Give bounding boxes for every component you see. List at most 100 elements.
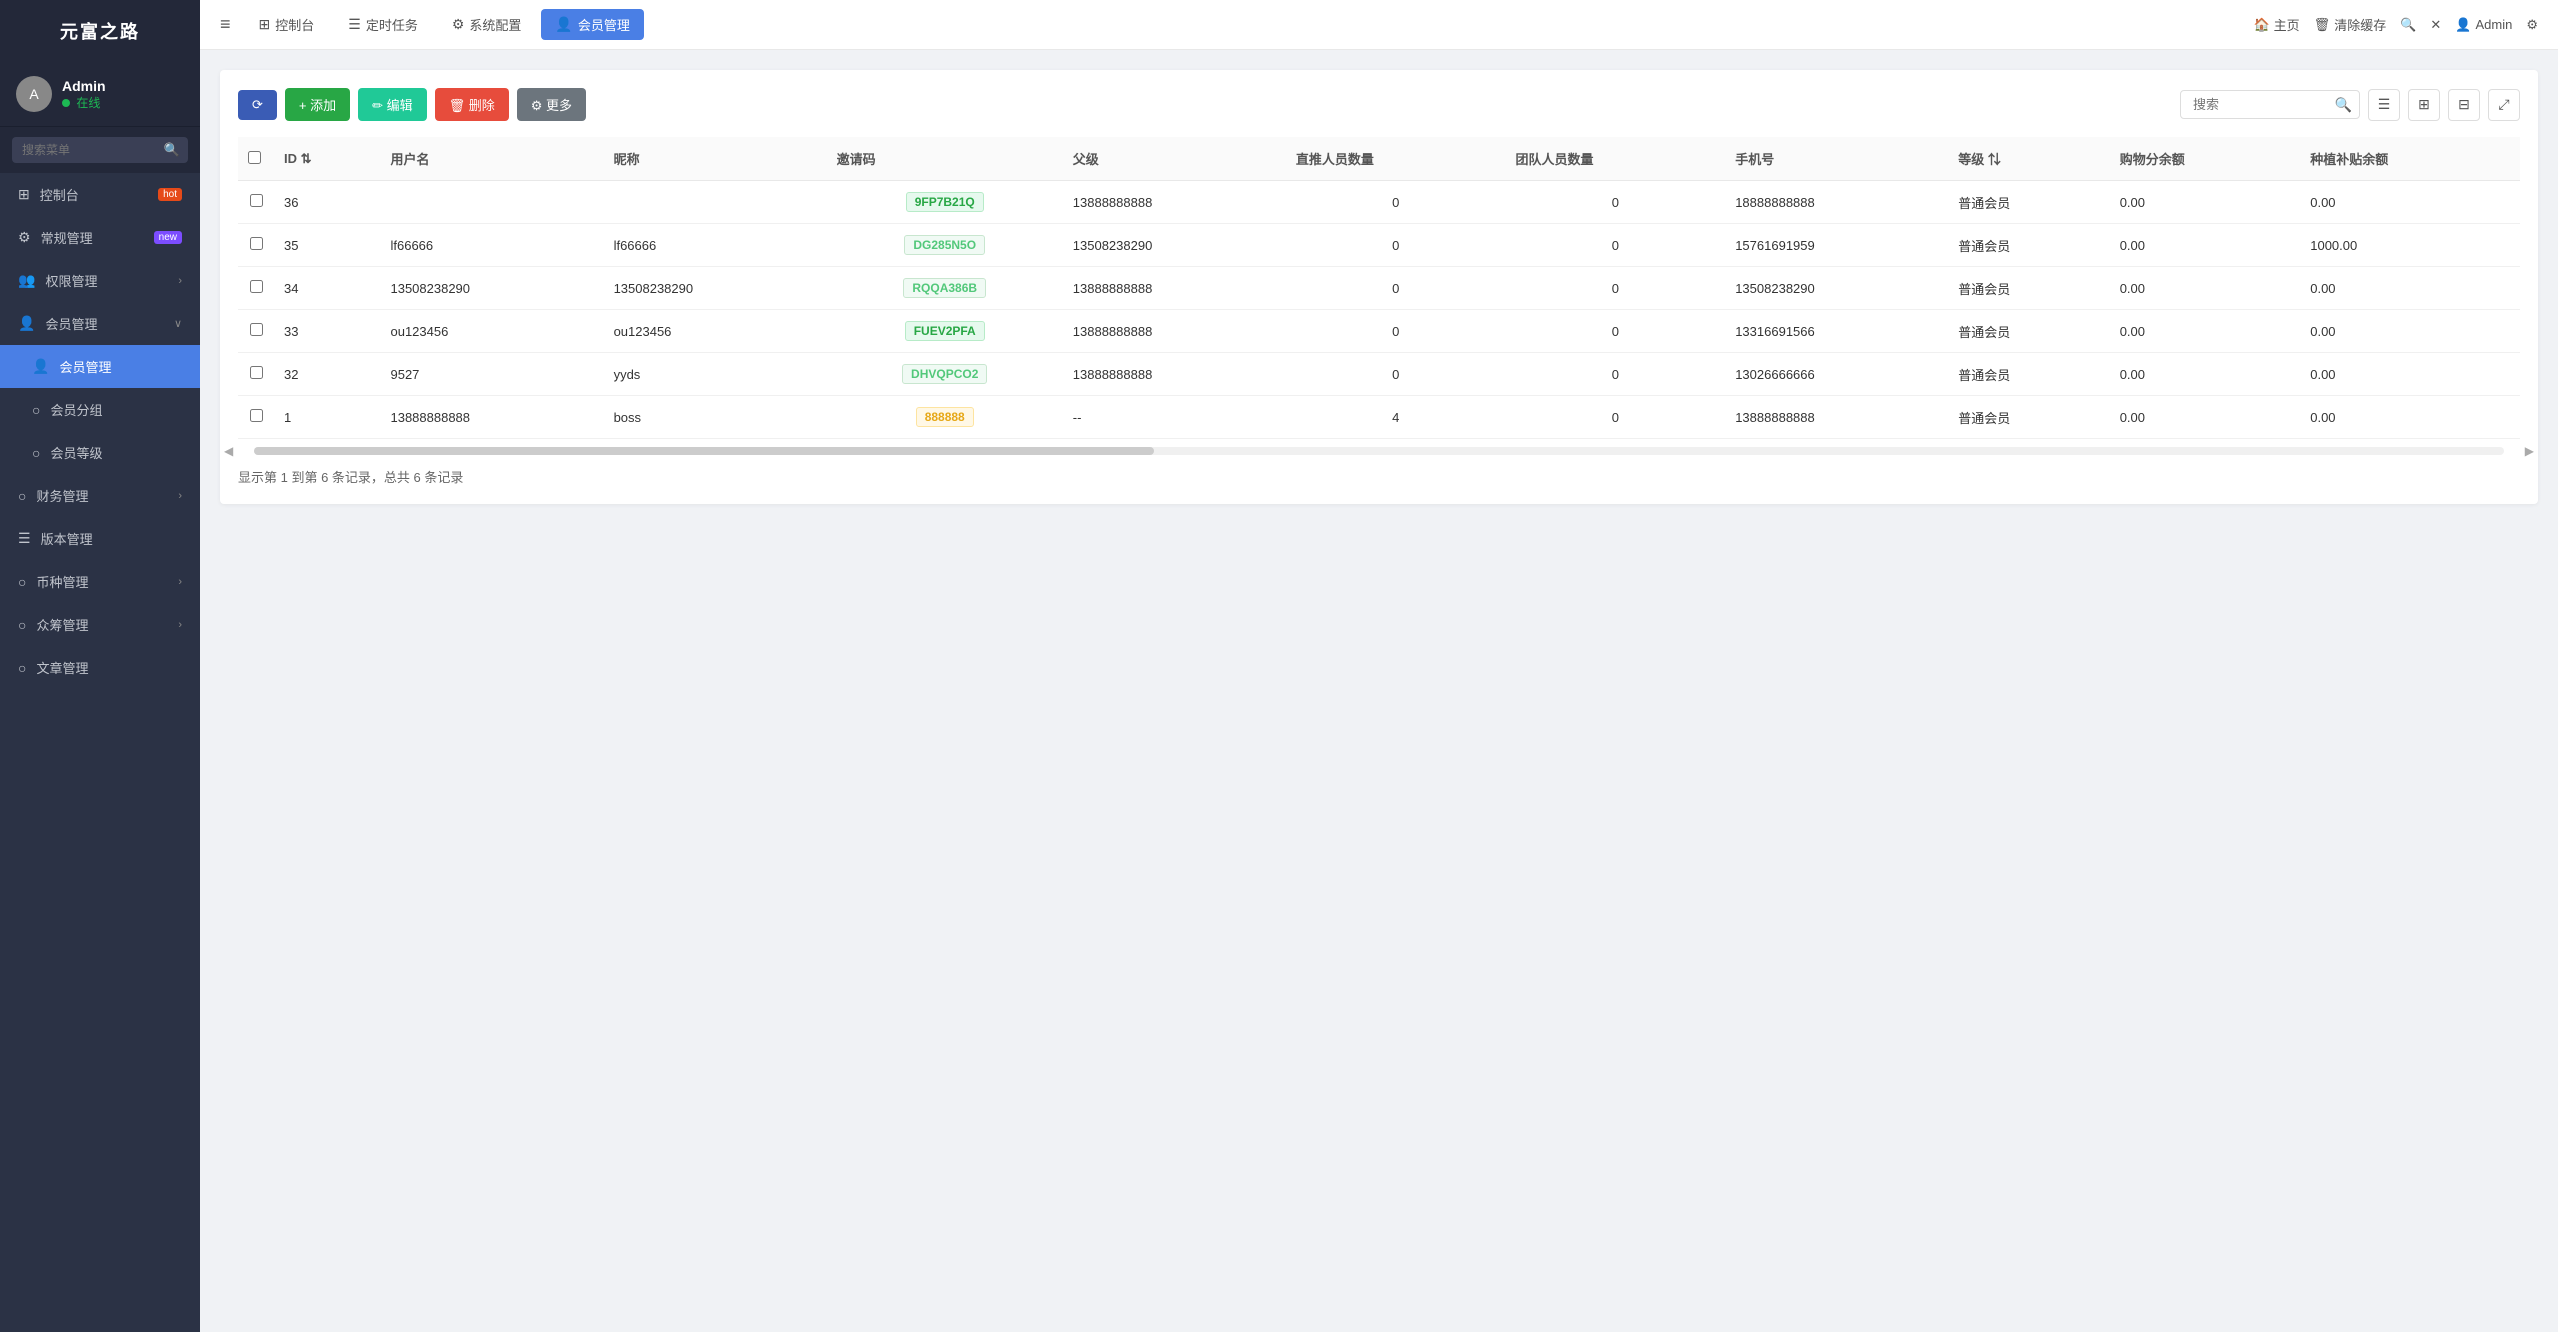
row-phone: 13888888888 [1725,396,1948,439]
search-icon[interactable]: 🔍 [2335,96,2352,113]
row-direct-count: 4 [1286,396,1506,439]
fullscreen-icon: ✕ [2430,17,2441,33]
sidebar-item-crowdfunding[interactable]: ○ 众筹管理 › [0,603,200,646]
edit-button[interactable]: ✏ 编辑 [358,88,427,121]
more-button[interactable]: ⚙ 更多 [517,88,586,121]
sidebar-item-member-parent-label: 会员管理 [45,314,174,333]
sidebar-item-permission-label: 权限管理 [45,271,178,290]
scrollbar-thumb[interactable] [254,447,1154,455]
sidebar-item-permission[interactable]: 👥 权限管理 › [0,259,200,302]
col-phone: 手机号 [1725,137,1948,181]
row-parent: 13888888888 [1063,353,1286,396]
sidebar-item-currency-label: 币种管理 [36,572,178,591]
row-username [380,181,603,224]
row-checkbox[interactable] [238,353,274,396]
search-input[interactable] [2180,90,2360,119]
toolbar: ⟳ + 添加 ✏ 编辑 🗑 删除 ⚙ 更多 🔍 ☰ ⊞ ⊟ ⤢ [238,88,2520,121]
sidebar-item-dashboard-label: 控制台 [40,185,152,204]
row-plant-subsidy: 1000.00 [2300,224,2520,267]
row-checkbox[interactable] [238,310,274,353]
row-invite-code: RQQA386B [827,267,1063,310]
hamburger-button[interactable]: ≡ [220,14,231,35]
table-row: 34 13508238290 13508238290 RQQA386B 1388… [238,267,2520,310]
admin-user-button[interactable]: 👤 Admin [2455,17,2512,33]
row-invite-code: DHVQPCO2 [827,353,1063,396]
member-level-icon: ○ [32,445,40,461]
col-plant-subsidy: 种植补贴余额 [2300,137,2520,181]
member-group-icon: ○ [32,402,40,418]
search-menu-icon: 🔍 [164,142,180,158]
sidebar-item-currency[interactable]: ○ 币种管理 › [0,560,200,603]
refresh-button[interactable]: ⟳ [238,90,277,120]
row-username: 13888888888 [380,396,603,439]
tab-scheduled-icon: ☰ [348,16,361,33]
tab-scheduled[interactable]: ☰ 定时任务 [334,9,432,40]
sidebar-item-member-level[interactable]: ○ 会员等级 [0,431,200,474]
scroll-right-icon[interactable]: ▶ [2525,444,2534,458]
member-parent-icon: 👤 [18,315,35,332]
row-team-count: 0 [1506,353,1726,396]
tab-dashboard[interactable]: ⊞ 控制台 [245,9,329,40]
tab-sysconfig[interactable]: ⚙ 系统配置 [438,9,536,40]
row-invite-code: 9FP7B21Q [827,181,1063,224]
list-view-button[interactable]: ☰ [2368,89,2400,121]
scrollbar-track[interactable] [254,447,2504,455]
user-status: 在线 [62,94,106,111]
sidebar-item-dashboard[interactable]: ⊞ 控制台 hot [0,173,200,216]
column-settings-button[interactable]: ⊟ [2448,89,2480,121]
clear-cache-button[interactable]: 🗑 清除缓存 [2314,15,2387,34]
row-checkbox[interactable] [238,267,274,310]
row-nickname: yyds [604,353,827,396]
col-nickname: 昵称 [604,137,827,181]
sidebar-item-general-label: 常规管理 [41,228,148,247]
table-scrollbar: ◀ ▶ [238,447,2520,455]
select-all-checkbox[interactable] [248,151,261,164]
tab-member[interactable]: 👤 会员管理 [541,9,643,40]
tab-scheduled-label: 定时任务 [366,15,418,34]
sidebar-item-finance[interactable]: ○ 财务管理 › [0,474,200,517]
search-menu-input[interactable] [12,137,188,163]
row-team-count: 0 [1506,267,1726,310]
add-button[interactable]: + 添加 [285,88,350,121]
grid-view-button[interactable]: ⊞ [2408,89,2440,121]
row-level: 普通会员 [1948,353,2109,396]
fullscreen-table-button[interactable]: ⤢ [2488,89,2520,121]
col-parent: 父级 [1063,137,1286,181]
row-invite-code: FUEV2PFA [827,310,1063,353]
row-parent: 13508238290 [1063,224,1286,267]
sidebar-item-version[interactable]: ☰ 版本管理 [0,517,200,560]
row-checkbox[interactable] [238,396,274,439]
tab-member-label: 会员管理 [578,15,630,34]
row-direct-count: 0 [1286,224,1506,267]
row-shopping-balance: 0.00 [2110,267,2301,310]
currency-icon: ○ [18,574,26,590]
sidebar-item-member-manage[interactable]: 👤 会员管理 [0,345,200,388]
sidebar-item-article[interactable]: ○ 文章管理 [0,646,200,689]
row-team-count: 0 [1506,224,1726,267]
row-checkbox[interactable] [238,224,274,267]
tab-sysconfig-label: 系统配置 [469,15,521,34]
topbar-search-button[interactable]: 🔍 [2400,17,2416,33]
row-id: 32 [274,353,380,396]
delete-button[interactable]: 🗑 删除 [435,88,509,121]
topbar-settings-button[interactable]: ⚙ [2526,17,2538,33]
fullscreen-button[interactable]: ✕ [2430,17,2441,33]
scroll-left-icon[interactable]: ◀ [224,444,233,458]
row-team-count: 0 [1506,310,1726,353]
admin-avatar-icon: 👤 [2455,17,2471,33]
article-icon: ○ [18,660,26,676]
sidebar-item-member-parent[interactable]: 👤 会员管理 ∨ [0,302,200,345]
home-button[interactable]: 🏠 主页 [2253,15,2299,34]
row-checkbox[interactable] [238,181,274,224]
row-id: 33 [274,310,380,353]
row-id: 36 [274,181,380,224]
row-level: 普通会员 [1948,224,2109,267]
row-parent: 13888888888 [1063,267,1286,310]
sidebar-item-member-group[interactable]: ○ 会员分组 [0,388,200,431]
row-username: 9527 [380,353,603,396]
sidebar-item-general[interactable]: ⚙ 常规管理 new [0,216,200,259]
row-username: ou123456 [380,310,603,353]
row-level: 普通会员 [1948,396,2109,439]
sidebar-item-crowdfunding-label: 众筹管理 [36,615,178,634]
row-direct-count: 0 [1286,310,1506,353]
